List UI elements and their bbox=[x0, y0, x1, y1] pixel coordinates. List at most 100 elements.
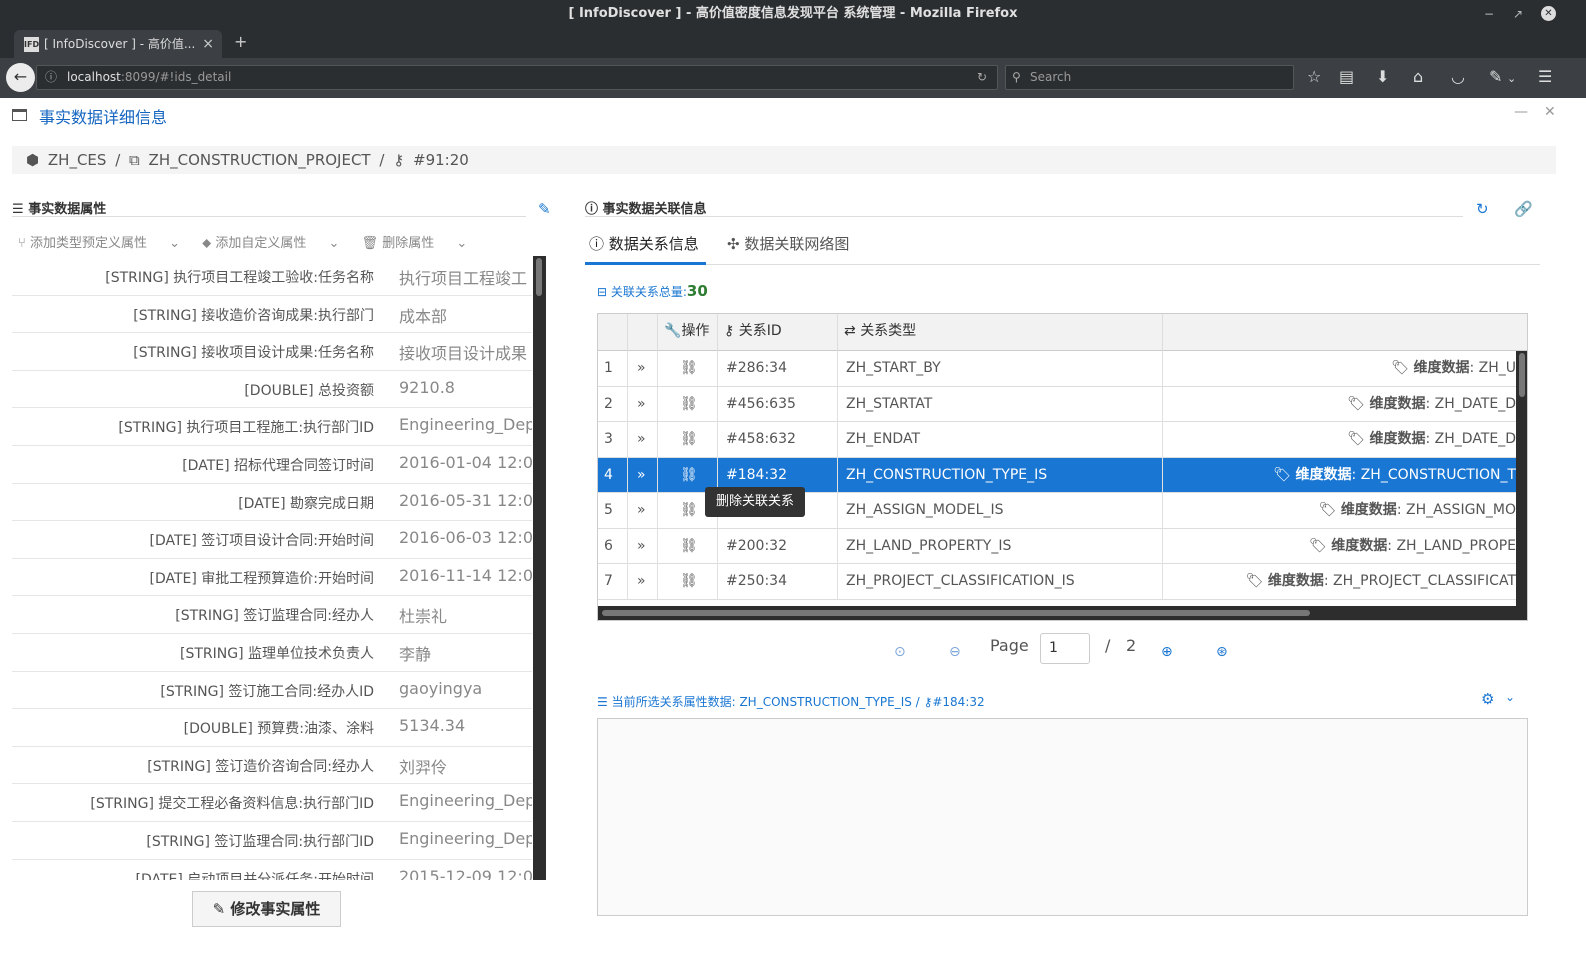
expand-icon[interactable]: » bbox=[628, 493, 658, 528]
property-row[interactable]: [DATE] 签订项目设计合同:开始时间 2016-06-03 12:00: bbox=[12, 521, 532, 559]
table-row[interactable]: 2» ⛓ #456:635 ZH_STARTAT 🏷 维度数据: ZH_DATE_D bbox=[598, 386, 1516, 422]
property-row[interactable]: [STRING] 签订监理合同:执行部门ID Engineering_Dep bbox=[12, 822, 532, 860]
unlink-icon[interactable]: ⛓ bbox=[658, 351, 718, 386]
prev-page-icon[interactable]: ⊖ bbox=[949, 644, 961, 660]
dimension-cell[interactable]: 🏷 维度数据: ZH_PROJECT_CLASSIFICAT bbox=[1163, 564, 1516, 599]
menu-icon[interactable]: ☰ bbox=[1538, 67, 1552, 87]
scroll-thumb[interactable] bbox=[1519, 353, 1525, 397]
tab-relation-network[interactable]: ✣ 数据关联网络图 bbox=[727, 228, 867, 265]
last-page-icon[interactable]: ⊛ bbox=[1216, 644, 1228, 660]
add-custom-property-button[interactable]: ⬥ 添加自定义属性 ⌄ bbox=[202, 236, 339, 251]
property-row[interactable]: [STRING] 签订施工合同:经办人ID gaoyingya bbox=[12, 672, 532, 710]
unlink-icon[interactable]: ⛓ bbox=[658, 564, 718, 599]
extension-icon[interactable]: ✎ bbox=[1489, 67, 1502, 87]
property-row[interactable]: [DATE] 招标代理合同签订时间 2016-01-04 12:00: bbox=[12, 446, 532, 484]
expand-icon[interactable]: » bbox=[628, 386, 658, 422]
table-row[interactable]: 7» ⛓ #250:34 ZH_PROJECT_CLASSIFICATION_IS 🏷 … bbox=[598, 564, 1516, 600]
window-titlebar: [ InfoDiscover ] - 高价值密度信息发现平台 系统管理 - Mo… bbox=[0, 0, 1586, 28]
property-scrollbar[interactable] bbox=[533, 256, 546, 880]
table-row[interactable]: 1» ⛓ #286:34 ZH_START_BY 🏷 维度数据: ZH_U bbox=[598, 351, 1516, 387]
window-title: [ InfoDiscover ] - 高价值密度信息发现平台 系统管理 - Mo… bbox=[568, 6, 1018, 21]
property-row[interactable]: [DOUBLE] 总投资额 9210.8 bbox=[12, 371, 532, 409]
header-relation-type[interactable]: ⇄ 关系类型 bbox=[838, 314, 1163, 351]
grid-header: 🔧操作 ⚷ 关系ID ⇄ 关系类型 bbox=[598, 314, 1527, 351]
tab-relation-info[interactable]: ⓘ 数据关系信息 bbox=[585, 228, 706, 265]
first-page-icon[interactable]: ⊙ bbox=[894, 644, 906, 660]
property-row[interactable]: [STRING] 接收造价咨询成果:执行部门 成本部 bbox=[12, 296, 532, 334]
link-icon[interactable]: 🔗 bbox=[1514, 200, 1533, 218]
app-close-icon[interactable]: ✕ bbox=[1544, 104, 1556, 120]
info-icon[interactable]: ⓘ bbox=[45, 66, 57, 89]
new-tab-icon[interactable]: + bbox=[234, 32, 247, 51]
dimension-cell[interactable]: 🏷 维度数据: ZH_ASSIGN_MO bbox=[1163, 493, 1516, 528]
header-relation-id[interactable]: ⚷ 关系ID bbox=[718, 314, 838, 351]
home-icon[interactable]: ⌂ bbox=[1413, 67, 1423, 87]
chevron-down-icon[interactable]: ⌄ bbox=[1505, 690, 1515, 704]
unlink-icon[interactable]: ⛓ bbox=[658, 386, 718, 422]
property-row[interactable]: [STRING] 接收项目设计成果:任务名称 接收项目设计成果 bbox=[12, 333, 532, 371]
table-row[interactable]: 3» ⛓ #458:632 ZH_ENDAT 🏷 维度数据: ZH_DATE_D bbox=[598, 422, 1516, 458]
property-row[interactable]: [STRING] 监理单位技术负责人 李静 bbox=[12, 634, 532, 672]
scroll-thumb[interactable] bbox=[602, 610, 1310, 616]
breadcrumb: ⬢ ZH_CES / ⧉ ZH_CONSTRUCTION_PROJECT / ⚷… bbox=[12, 146, 1556, 174]
url-bar[interactable]: ⓘ localhost:8099/#!ids_detail ↻ bbox=[36, 65, 998, 90]
reading-list-icon[interactable]: ▤ bbox=[1339, 67, 1354, 87]
property-row[interactable]: [STRING] 签订监理合同:经办人 杜崇礼 bbox=[12, 596, 532, 634]
property-row[interactable]: [STRING] 签订造价咨询合同:经办人 刘羿伶 bbox=[12, 747, 532, 785]
chevron-down-icon[interactable]: ⌄ bbox=[1507, 69, 1516, 89]
property-key: [STRING] 签订监理合同:经办人 bbox=[175, 608, 374, 625]
property-row[interactable]: [STRING] 执行项目工程施工:执行部门ID Engineering_Dep bbox=[12, 408, 532, 446]
edit-fact-properties-button[interactable]: ✎ 修改事实属性 bbox=[192, 891, 341, 927]
expand-icon[interactable]: » bbox=[628, 351, 658, 386]
header-action[interactable]: 🔧操作 bbox=[658, 314, 718, 351]
back-button[interactable]: ← bbox=[6, 63, 35, 92]
refresh-icon[interactable]: ↻ bbox=[1476, 200, 1489, 218]
browser-tab[interactable]: IFD [ InfoDiscover ] - 高价值... × bbox=[14, 30, 222, 58]
scroll-thumb[interactable] bbox=[536, 258, 542, 296]
download-icon[interactable]: ⬇ bbox=[1376, 67, 1389, 87]
minimize-icon[interactable]: − bbox=[1484, 4, 1494, 24]
property-value: 接收项目设计成果 bbox=[399, 344, 528, 364]
property-row[interactable]: [STRING] 执行项目工程竣工验收:任务名称 执行项目工程竣工 bbox=[12, 258, 532, 296]
section-title: 事实数据属性 bbox=[28, 202, 107, 217]
expand-icon[interactable]: » bbox=[628, 564, 658, 599]
tab-title: [ InfoDiscover ] - 高价值... bbox=[44, 37, 196, 51]
table-row[interactable]: 6» ⛓ #200:32 ZH_LAND_PROPERTY_IS 🏷 维度数据: ZH_… bbox=[598, 528, 1516, 564]
grid-vertical-scrollbar[interactable] bbox=[1516, 351, 1527, 606]
dimension-cell[interactable]: 🏷 维度数据: ZH_DATE_D bbox=[1163, 387, 1516, 422]
page-number-input[interactable]: 1 bbox=[1040, 633, 1090, 664]
property-row[interactable]: [STRING] 提交工程必备资料信息:执行部门ID Engineering_De… bbox=[12, 784, 532, 822]
property-row[interactable]: [DATE] 启动项目并分派任务:开始时间 2015-12-09 12:00: bbox=[12, 860, 532, 881]
dimension-cell[interactable]: 🏷 维度数据: ZH_U bbox=[1163, 351, 1516, 386]
reload-icon[interactable]: ↻ bbox=[977, 66, 987, 89]
tab-close-icon[interactable]: × bbox=[202, 30, 214, 58]
property-row[interactable]: [DATE] 勘察完成日期 2016-05-31 12:00: bbox=[12, 484, 532, 522]
unlink-icon[interactable]: ⛓ bbox=[658, 528, 718, 564]
expand-icon[interactable]: » bbox=[628, 457, 658, 493]
dimension-cell[interactable]: 🏷 维度数据: ZH_DATE_D bbox=[1163, 422, 1516, 457]
next-page-icon[interactable]: ⊕ bbox=[1161, 644, 1173, 660]
add-predefined-property-button[interactable]: ⑂ 添加类型预定义属性 ⌄ bbox=[18, 236, 180, 251]
search-input[interactable]: ⚲ Search bbox=[1005, 65, 1294, 90]
dimension-label: 维度数据 bbox=[1331, 537, 1388, 554]
delete-property-button[interactable]: 🗑 删除属性 ⌄ bbox=[362, 236, 468, 251]
property-row[interactable]: [DOUBLE] 预算费:油漆、涂料 5134.34 bbox=[12, 709, 532, 747]
gear-icon[interactable]: ⚙ bbox=[1481, 690, 1494, 708]
app-minimize-icon[interactable]: — bbox=[1514, 104, 1528, 120]
row-number: 5 bbox=[598, 493, 628, 528]
bookmark-star-icon[interactable]: ☆ bbox=[1307, 67, 1321, 87]
breadcrumb-space[interactable]: ZH_CES bbox=[48, 151, 107, 169]
dimension-cell[interactable]: 🏷 维度数据: ZH_CONSTRUCTION_T bbox=[1163, 458, 1516, 493]
maximize-icon[interactable]: ↗ bbox=[1513, 4, 1523, 24]
close-window-icon[interactable]: ✕ bbox=[1541, 6, 1556, 21]
dimension-cell[interactable]: 🏷 维度数据: ZH_LAND_PROPE bbox=[1163, 529, 1516, 564]
breadcrumb-type[interactable]: ZH_CONSTRUCTION_PROJECT bbox=[149, 151, 371, 169]
property-row[interactable]: [DATE] 审批工程预算造价:开始时间 2016-11-14 12:00: bbox=[12, 559, 532, 597]
grid-horizontal-scrollbar[interactable] bbox=[598, 606, 1527, 620]
edit-icon[interactable]: ✎ bbox=[538, 200, 551, 218]
pocket-icon[interactable]: ◡ bbox=[1451, 67, 1465, 87]
unlink-icon[interactable]: ⛓ bbox=[658, 422, 718, 457]
relation-grid: 🔧操作 ⚷ 关系ID ⇄ 关系类型 1» ⛓ #286:34 ZH_START_BY 🏷… bbox=[597, 313, 1528, 621]
expand-icon[interactable]: » bbox=[628, 422, 658, 457]
expand-icon[interactable]: » bbox=[628, 528, 658, 564]
